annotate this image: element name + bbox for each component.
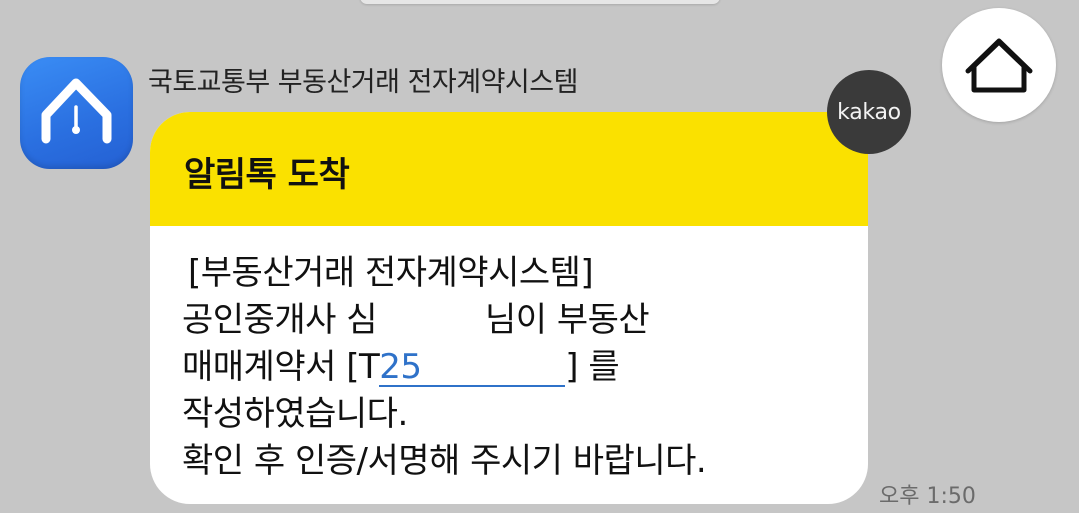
message-line: 매매계약서 [T25] 를	[182, 344, 706, 391]
house-clock-icon	[41, 78, 112, 144]
message-text: ] 를	[565, 347, 620, 387]
message-line: 확인 후 인증/서명해 주시기 바랍니다.	[182, 441, 707, 481]
home-button[interactable]	[942, 8, 1056, 122]
sender-avatar[interactable]	[20, 57, 133, 169]
message-title: 알림톡 도착	[184, 155, 350, 195]
kakao-badge: kakao	[827, 70, 911, 154]
sender-name: 국토교통부 부동산거래 전자계약시스템	[148, 67, 578, 98]
message-text: 매매계약서 [T	[182, 347, 380, 387]
message-body: [부동산거래 전자계약시스템] 공인중개사 심 님이 부동산 매매계약서 [T25…	[182, 250, 707, 485]
message-line: 작성하였습니다.	[182, 394, 408, 434]
top-handle-bar	[360, 0, 720, 4]
message-line: [부동산거래 전자계약시스템]	[188, 253, 594, 293]
bubble-header: 알림톡 도착	[150, 112, 868, 226]
contract-number-link[interactable]: 25	[379, 349, 566, 387]
home-icon	[965, 38, 1033, 93]
message-text: 공인중개사 심	[182, 300, 378, 340]
message-text: 님이 부동산	[485, 300, 650, 340]
message-bubble[interactable]: 알림톡 도착 [부동산거래 전자계약시스템] 공인중개사 심 님이 부동산 매매계…	[150, 112, 868, 504]
message-line: 공인중개사 심 님이 부동산	[182, 297, 706, 344]
message-timestamp: 오후 1:50	[879, 484, 976, 509]
